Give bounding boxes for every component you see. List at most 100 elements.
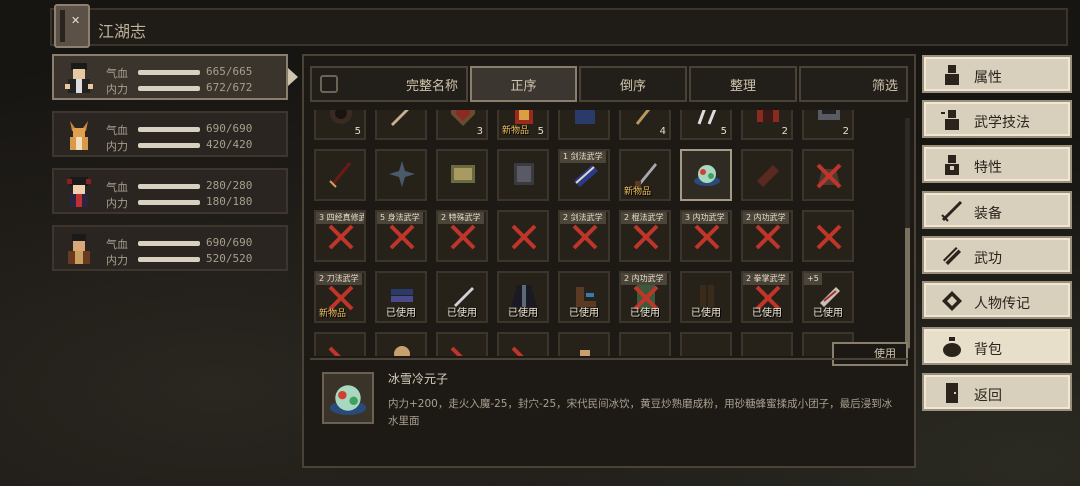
inventory-slot[interactable]: 3 内功武学 bbox=[680, 210, 732, 262]
inventory-slot[interactable] bbox=[680, 332, 732, 356]
inventory-slot[interactable]: 2 剑法武学 bbox=[558, 210, 610, 262]
menu-attributes[interactable]: 属性 bbox=[922, 55, 1072, 93]
armor-icon bbox=[757, 110, 779, 122]
inventory-slot[interactable]: 1 剑法武学 bbox=[558, 149, 610, 201]
inventory-slot[interactable]: 新物品 5 bbox=[497, 110, 549, 140]
inventory-slot[interactable]: 2 内功武学 bbox=[741, 210, 793, 262]
warrior-portrait bbox=[68, 234, 90, 264]
menu-martial-techniques[interactable]: 武学技法 bbox=[922, 100, 1072, 138]
menu-traits[interactable]: 特性 bbox=[922, 145, 1072, 183]
inventory-slot[interactable]: 2 bbox=[802, 110, 854, 140]
mp-bar bbox=[138, 257, 200, 262]
door-icon bbox=[946, 383, 958, 403]
scroll-item-icon bbox=[757, 165, 779, 187]
inventory-slot[interactable]: 已使用 bbox=[375, 271, 427, 323]
inventory-slot[interactable]: 已使用 bbox=[497, 271, 549, 323]
inventory-slot[interactable] bbox=[497, 149, 549, 201]
menu-martial-arts[interactable]: 武功 bbox=[922, 236, 1072, 274]
menu-label: 武功 bbox=[974, 251, 1002, 267]
menu-label: 装备 bbox=[974, 206, 1002, 222]
inventory-slot[interactable]: 2 棍法武学 bbox=[619, 210, 671, 262]
party-member-1[interactable]: 气血 665/665 内力 672/672 bbox=[52, 54, 288, 100]
ice-dessert-icon bbox=[329, 385, 367, 415]
inventory-slot[interactable] bbox=[314, 332, 366, 356]
tab-organize[interactable]: 整理 bbox=[689, 66, 797, 102]
inventory-slot[interactable]: 2 特殊武学 bbox=[436, 210, 488, 262]
inventory-slot-selected[interactable] bbox=[680, 149, 732, 201]
hero-portrait bbox=[65, 63, 93, 93]
inventory-scrollbar[interactable] bbox=[905, 118, 910, 350]
girl-portrait bbox=[67, 177, 91, 207]
inventory-slot[interactable]: 已使用 bbox=[436, 271, 488, 323]
inventory-slot[interactable]: 3 四经真修武学 bbox=[314, 210, 366, 262]
menu-return[interactable]: 返回 bbox=[922, 373, 1072, 411]
menu-label: 特性 bbox=[974, 160, 1002, 176]
inventory-slot[interactable] bbox=[497, 332, 549, 356]
inventory-slot[interactable] bbox=[375, 332, 427, 356]
title-bar bbox=[50, 8, 1068, 46]
full-name-checkbox[interactable] bbox=[320, 75, 338, 93]
inventory-slot[interactable]: 已使用 bbox=[558, 271, 610, 323]
inventory-slot[interactable] bbox=[741, 332, 793, 356]
menu-label: 武学技法 bbox=[974, 115, 1030, 131]
inventory-slot[interactable] bbox=[497, 210, 549, 262]
inventory-slot[interactable] bbox=[802, 149, 854, 201]
tab-reverse[interactable]: 倒序 bbox=[579, 66, 687, 102]
inventory-slot[interactable] bbox=[741, 149, 793, 201]
inventory-slot[interactable] bbox=[558, 110, 610, 140]
sword-icon bbox=[941, 200, 963, 222]
used-label: 已使用 bbox=[752, 308, 782, 319]
inventory-slot[interactable]: 2 bbox=[741, 110, 793, 140]
trait-icon bbox=[945, 155, 959, 175]
inventory-slot[interactable]: 2 内功武学 已使用 bbox=[619, 271, 671, 323]
inventory-slot[interactable] bbox=[436, 332, 488, 356]
inventory-slot[interactable] bbox=[802, 210, 854, 262]
ice-dessert-icon bbox=[694, 165, 720, 186]
new-item-badge: 新物品 bbox=[502, 126, 530, 136]
menu-inventory[interactable]: 背包 bbox=[922, 327, 1072, 365]
inventory-slot[interactable]: +5 已使用 bbox=[802, 271, 854, 323]
inventory-slot[interactable] bbox=[619, 332, 671, 356]
party-member-3[interactable]: 气血 280/280 内力 180/180 bbox=[52, 168, 288, 214]
hp-value: 665/665 bbox=[206, 65, 253, 78]
item-count: 4 bbox=[659, 126, 666, 137]
inventory-slot[interactable] bbox=[436, 149, 488, 201]
inventory-slot[interactable] bbox=[375, 110, 427, 140]
inventory-slot[interactable] bbox=[314, 149, 366, 201]
menu-label: 返回 bbox=[974, 388, 1002, 404]
inventory-slot[interactable]: 4 bbox=[619, 110, 671, 140]
crossed-swords-icon bbox=[633, 224, 659, 250]
mp-value: 672/672 bbox=[206, 81, 253, 94]
party-member-4[interactable]: 气血 690/690 内力 520/520 bbox=[52, 225, 288, 271]
party-member-2[interactable]: 气血 690/690 内力 420/420 bbox=[52, 111, 288, 157]
tab-forward[interactable]: 正序 bbox=[470, 66, 577, 102]
scroll-icon bbox=[942, 291, 962, 311]
inventory-slot[interactable]: 5 bbox=[680, 110, 732, 140]
mp-label: 内力 bbox=[106, 254, 128, 267]
inventory-slot[interactable] bbox=[375, 149, 427, 201]
inventory-slot[interactable]: 5 bbox=[314, 110, 366, 140]
inventory-grid: 5 3 新物品 5 4 5 2 2 1 剑法武学 新物品 3 四经真修武学 5 身… bbox=[310, 110, 904, 356]
tab-full-name[interactable]: 完整名称 bbox=[310, 66, 468, 102]
crossed-swords-icon bbox=[572, 224, 598, 250]
new-item-badge: 新物品 bbox=[624, 187, 652, 197]
scroll-thumb[interactable] bbox=[905, 228, 910, 348]
inventory-slot[interactable]: 2 刀法武学 新物品 bbox=[314, 271, 366, 323]
inventory-slot[interactable]: 5 身法武学 bbox=[375, 210, 427, 262]
item-count: 5 bbox=[720, 126, 727, 137]
tab-filter[interactable]: 筛选 bbox=[799, 66, 908, 102]
crossed-swords-icon bbox=[450, 224, 476, 250]
helmet-icon bbox=[818, 110, 840, 120]
crossed-swords-icon bbox=[511, 224, 537, 250]
inventory-slot[interactable] bbox=[558, 332, 610, 356]
hp-label: 气血 bbox=[106, 124, 128, 137]
used-label: 已使用 bbox=[813, 308, 843, 319]
mp-value: 420/420 bbox=[206, 138, 253, 151]
menu-equipment[interactable]: 装备 bbox=[922, 191, 1072, 229]
item-detail-panel: 冰雪冷元子 内力+200，走火入魔-25，封穴-25，宋代民间冰饮，黄豆炒熟磨成… bbox=[310, 358, 908, 460]
inventory-slot[interactable]: 新物品 bbox=[619, 149, 671, 201]
inventory-slot[interactable]: 3 bbox=[436, 110, 488, 140]
inventory-slot[interactable]: 2 拳掌武学 已使用 bbox=[741, 271, 793, 323]
inventory-slot[interactable]: 已使用 bbox=[680, 271, 732, 323]
menu-biography[interactable]: 人物传记 bbox=[922, 281, 1072, 319]
